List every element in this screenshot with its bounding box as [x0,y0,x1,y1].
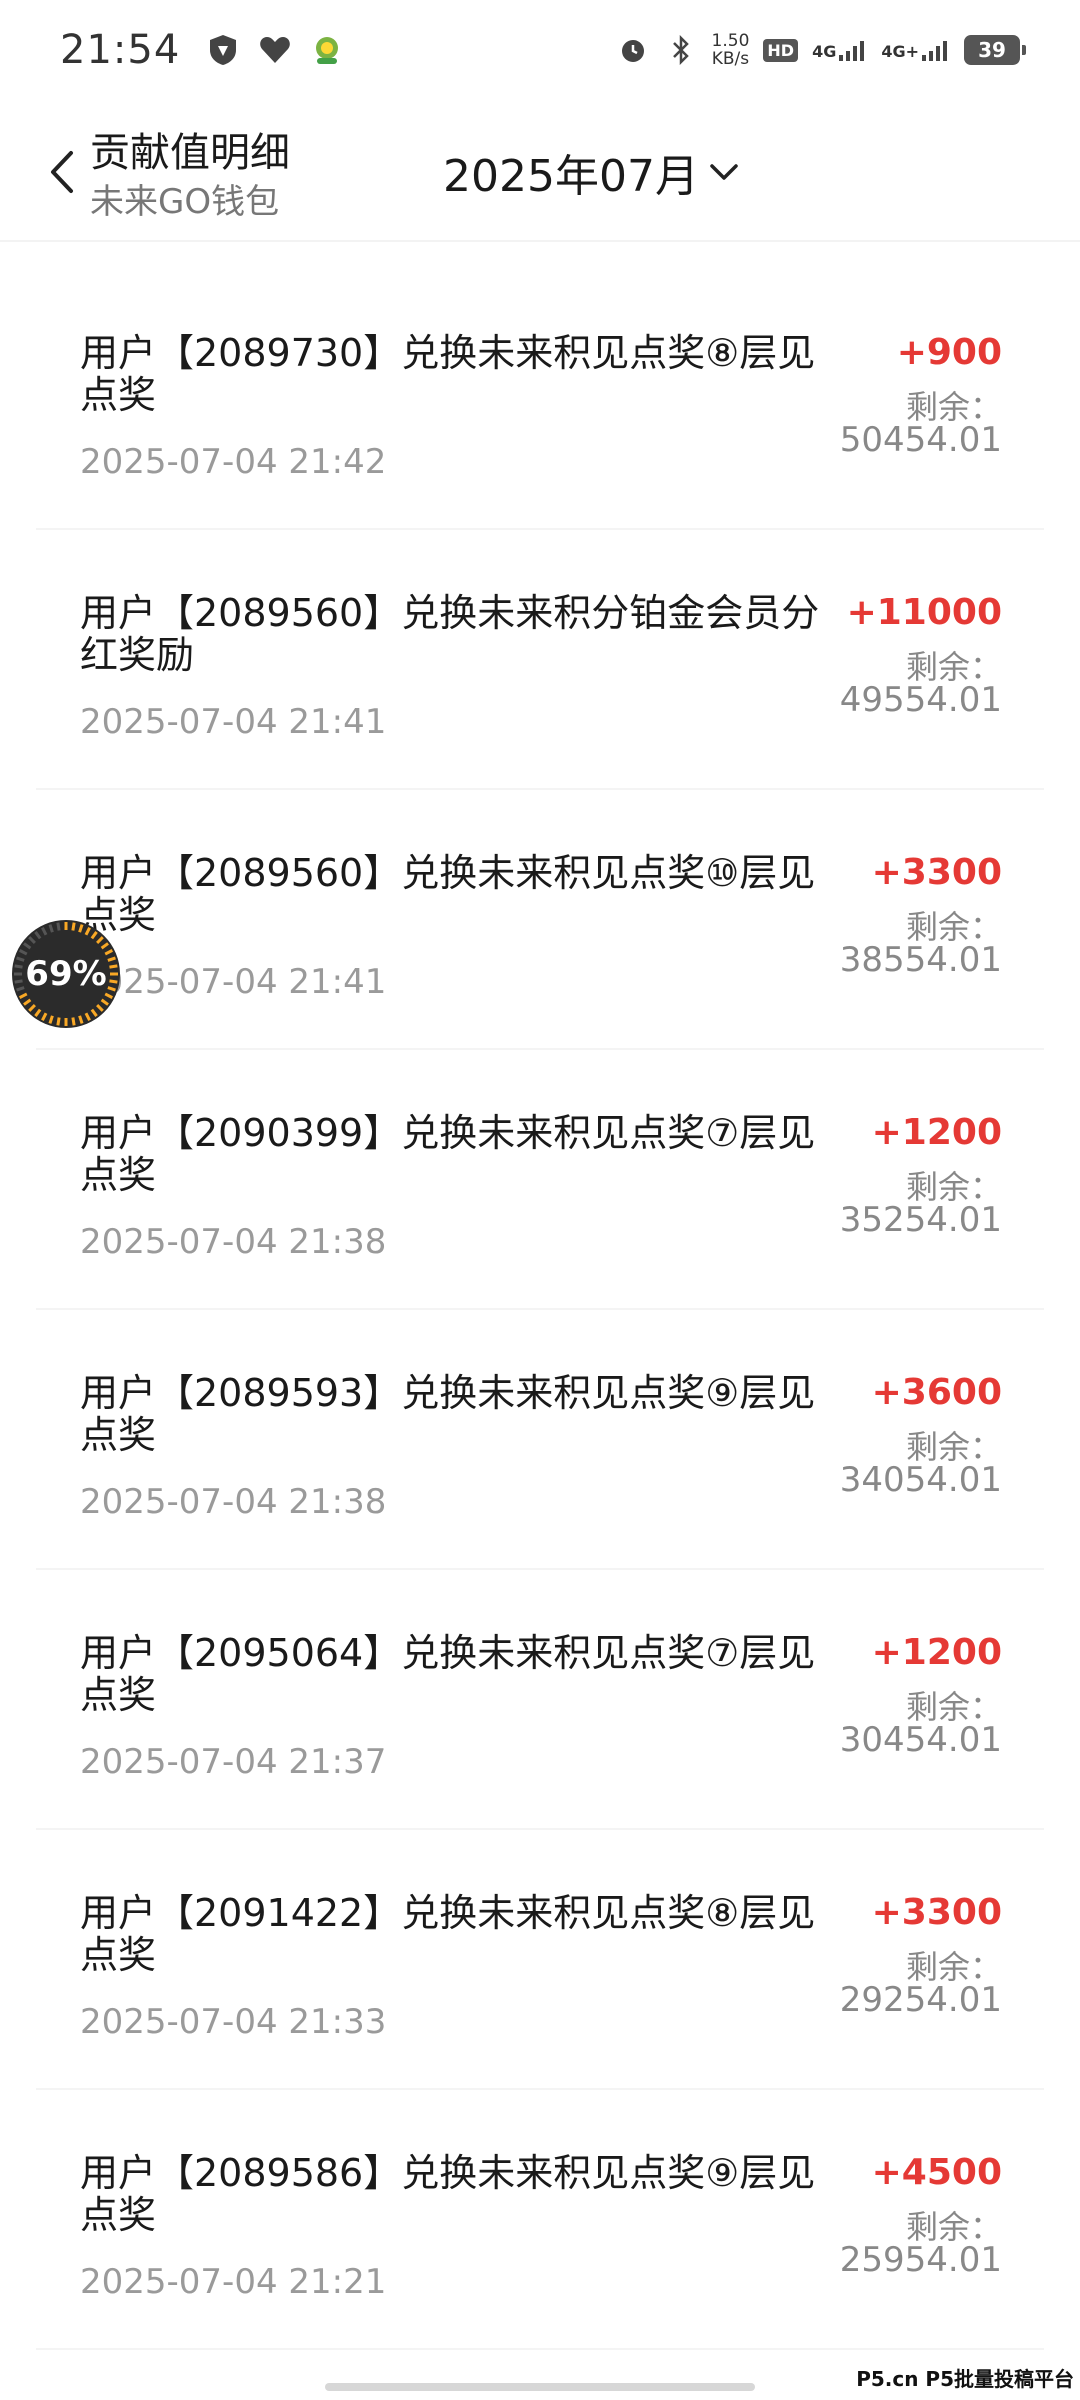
transaction-description: 用户【2095064】兑换未来积见点奖⑦层见点奖 [80,1631,816,1717]
top-app-bar: 贡献值明细 未来GO钱包 2025年07月 [0,100,1080,242]
transaction-list: 用户【2089730】兑换未来积见点奖⑧层见点奖 2025-07-04 21:42… [36,270,1044,2350]
status-bar: 21:54 1.50 KB/s HD 4G 4G+ 39 [0,0,1080,100]
progress-tick [18,992,28,999]
remaining-value: 25954.01 [839,2240,1002,2280]
watermark: P5.cn P5批量投稿平台 [856,2367,1074,2391]
progress-tick [48,924,54,933]
transaction-description: 用户【2089586】兑换未来积见点奖⑨层见点奖 [80,2151,816,2237]
bluetooth-icon [664,33,698,67]
transaction-amount: +11000 [846,592,1002,633]
remaining-value: 29254.01 [839,1980,1002,2020]
progress-tick [84,1012,91,1022]
transaction-description: 用户【2089730】兑换未来积见点奖⑧层见点奖 [80,331,816,417]
progress-tick [84,926,91,936]
page-subtitle: 未来GO钱包 [90,182,280,222]
signal-icon: 4G [812,39,867,61]
progress-tick [14,964,23,969]
progress-tick [34,931,42,940]
remaining-value: 34054.01 [839,1460,1002,1500]
transaction-description: 用户【2090399】兑换未来积见点奖⑦层见点奖 [80,1111,816,1197]
transaction-row[interactable]: 用户【2095064】兑换未来积见点奖⑦层见点奖 2025-07-04 21:37… [36,1570,1044,1830]
progress-tick [48,1015,54,1024]
transaction-time: 2025-07-04 21:42 [80,442,387,482]
home-indicator[interactable] [325,2383,755,2391]
remaining-value: 50454.01 [839,420,1002,460]
progress-tick [16,956,25,962]
progress-tick [100,998,109,1006]
transaction-description: 用户【2089593】兑换未来积见点奖⑨层见点奖 [80,1371,816,1457]
back-button[interactable] [42,144,82,200]
progress-tick [71,922,76,931]
progress-tick [41,1012,48,1022]
month-picker[interactable]: 2025年07月 [443,140,739,204]
transaction-row[interactable]: 用户【2089730】兑换未来积见点奖⑧层见点奖 2025-07-04 21:42… [36,270,1044,530]
heart-app-icon [258,33,292,67]
remaining-value: 38554.01 [839,940,1002,980]
battery-icon: 39 [964,35,1026,65]
progress-tick [28,936,36,944]
month-label: 2025年07月 [443,151,699,202]
progress-tick [23,942,32,950]
progress-tick [109,964,118,969]
progress-percent: 69% [25,954,107,994]
progress-tick [100,942,109,950]
transaction-row[interactable]: 用户【2089560】兑换未来积见点奖⑩层见点奖 2025-07-04 21:41… [36,790,1044,1050]
progress-tick [71,1017,76,1026]
status-time: 21:54 [60,27,181,73]
transaction-time: 2025-07-04 21:41 [80,962,387,1002]
progress-tick [78,924,84,933]
remaining-value: 30454.01 [839,1720,1002,1760]
progress-tick [96,936,104,944]
transaction-row[interactable]: 用户【2089593】兑换未来积见点奖⑨层见点奖 2025-07-04 21:38… [36,1310,1044,1570]
progress-tick [56,922,61,931]
transaction-description: 用户【2091422】兑换未来积见点奖⑧层见点奖 [80,1891,816,1977]
alarm-icon [616,33,650,67]
transaction-time: 2025-07-04 21:21 [80,2262,387,2302]
transaction-row[interactable]: 用户【2089560】兑换未来积分铂金会员分红奖励 2025-07-04 21:4… [36,530,1044,790]
progress-tick [96,1004,104,1012]
progress-tick [23,998,32,1006]
transaction-row[interactable]: 用户【2089586】兑换未来积见点奖⑨层见点奖 2025-07-04 21:21… [36,2090,1044,2350]
progress-tick [78,1015,84,1024]
net-speed: 1.50 KB/s [711,31,750,69]
progress-tick [56,1017,61,1026]
progress-tick [34,1008,42,1017]
transaction-time: 2025-07-04 21:38 [80,1222,387,1262]
transaction-time: 2025-07-04 21:41 [80,702,387,742]
transaction-amount: +3600 [871,1372,1002,1413]
chevron-down-icon [710,164,738,180]
hd-badge: HD [763,38,799,62]
progress-tick [90,931,98,940]
transaction-description: 用户【2089560】兑换未来积见点奖⑩层见点奖 [80,851,816,937]
progress-tick [104,992,114,999]
remaining-value: 35254.01 [839,1200,1002,1240]
transaction-amount: +1200 [871,1632,1002,1673]
transaction-time: 2025-07-04 21:33 [80,2002,387,2042]
transaction-amount: +3300 [871,852,1002,893]
progress-tick [41,926,48,936]
progress-tick [14,979,23,984]
transaction-row[interactable]: 用户【2090399】兑换未来积见点奖⑦层见点奖 2025-07-04 21:38… [36,1050,1044,1310]
progress-tick [107,956,116,962]
page-title: 贡献值明细 [90,130,290,176]
signal-icon-2: 4G+ [881,39,950,61]
progress-tick [90,1008,98,1017]
progress-tick [107,986,116,992]
transaction-amount: +4500 [871,2152,1002,2193]
progress-tick [28,1004,36,1012]
progress-tick [109,979,118,984]
transaction-description: 用户【2089560】兑换未来积分铂金会员分红奖励 [80,591,820,677]
cartoon-app-icon [310,33,344,67]
transaction-amount: +900 [896,332,1002,373]
chevron-left-icon [51,151,73,193]
shield-app-icon [206,33,240,67]
transaction-row[interactable]: 用户【2091422】兑换未来积见点奖⑧层见点奖 2025-07-04 21:33… [36,1830,1044,2090]
floating-progress-bubble[interactable]: 69% [12,920,120,1028]
transaction-time: 2025-07-04 21:37 [80,1742,387,1782]
progress-tick [16,986,25,992]
transaction-amount: +3300 [871,1892,1002,1933]
remaining-value: 49554.01 [839,680,1002,720]
transaction-time: 2025-07-04 21:38 [80,1482,387,1522]
transaction-amount: +1200 [871,1112,1002,1153]
